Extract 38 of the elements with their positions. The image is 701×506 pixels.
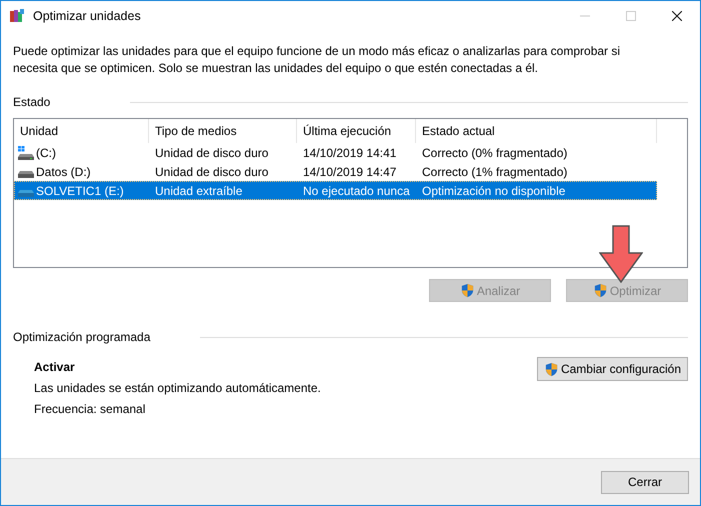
table-cell: 14/10/2019 14:41 — [303, 146, 396, 160]
table-cell: 14/10/2019 14:47 — [303, 164, 396, 178]
column-header[interactable]: Estado actual — [416, 119, 657, 143]
table-cell: No ejecutado nunca — [303, 184, 410, 198]
description-text: Puede optimizar las unidades para que el equipo funcione de un modo más eficaz o analizarlas para comprobar si necesita que se optimicen. Solo se muestran las unidades del equipo o que estén conectadas a él. — [13, 43, 622, 77]
table-cell: Optimización no disponible — [422, 184, 566, 198]
window-title: Optimizar unidades — [33, 9, 141, 23]
frequency-text: Frecuencia: semanal — [34, 402, 146, 416]
section-title: Optimización programada — [13, 330, 150, 344]
close-icon[interactable] — [672, 11, 682, 21]
table-cell: Unidad de disco duro — [155, 164, 268, 178]
column-header[interactable]: Unidad — [14, 119, 149, 143]
table-cell: Datos (D:) — [36, 164, 91, 178]
shield-icon — [460, 283, 475, 298]
drive-icon — [18, 146, 34, 160]
section-title: Estado — [13, 95, 50, 109]
column-header[interactable]: Última ejecución — [297, 119, 416, 143]
arrow-drawing — [599, 225, 643, 283]
table-cell: Unidad extraíble — [155, 184, 242, 198]
drive-row[interactable]: (C:) Unidad de disco duro 14/10/2019 14:41 Correcto (0% fragmentado) — [14, 143, 657, 162]
schedule-heading: Activar — [34, 360, 76, 374]
drive-icon — [18, 171, 34, 178]
drive-icon — [18, 190, 34, 197]
change-settings-button[interactable]: Cambiar configuración — [536, 357, 688, 381]
table-cell: (C:) — [36, 146, 56, 160]
column-header[interactable]: Tipo de medios — [149, 119, 297, 143]
maximize-icon[interactable] — [626, 11, 636, 21]
schedule-status: Las unidades se están optimizando automáticamente. — [34, 381, 321, 395]
app-icon — [9, 8, 25, 24]
shield-icon — [592, 283, 608, 298]
table-cell: Correcto (1% fragmentado) — [422, 164, 568, 178]
table-cell: Unidad de disco duro — [155, 146, 268, 160]
close-button[interactable]: Cerrar — [601, 470, 689, 494]
table-cell: Correcto (0% fragmentado) — [422, 146, 568, 160]
drive-row[interactable]: SOLVETIC1 (E:) Unidad extraíble No ejecutado nunca Optimización no disponible — [14, 181, 657, 200]
shield-icon — [544, 362, 559, 376]
drive-row[interactable]: Datos (D:) Unidad de disco duro 14/10/2019 14:47 Correcto (1% fragmentado) — [14, 162, 657, 181]
table-cell: SOLVETIC1 (E:) — [36, 184, 124, 198]
